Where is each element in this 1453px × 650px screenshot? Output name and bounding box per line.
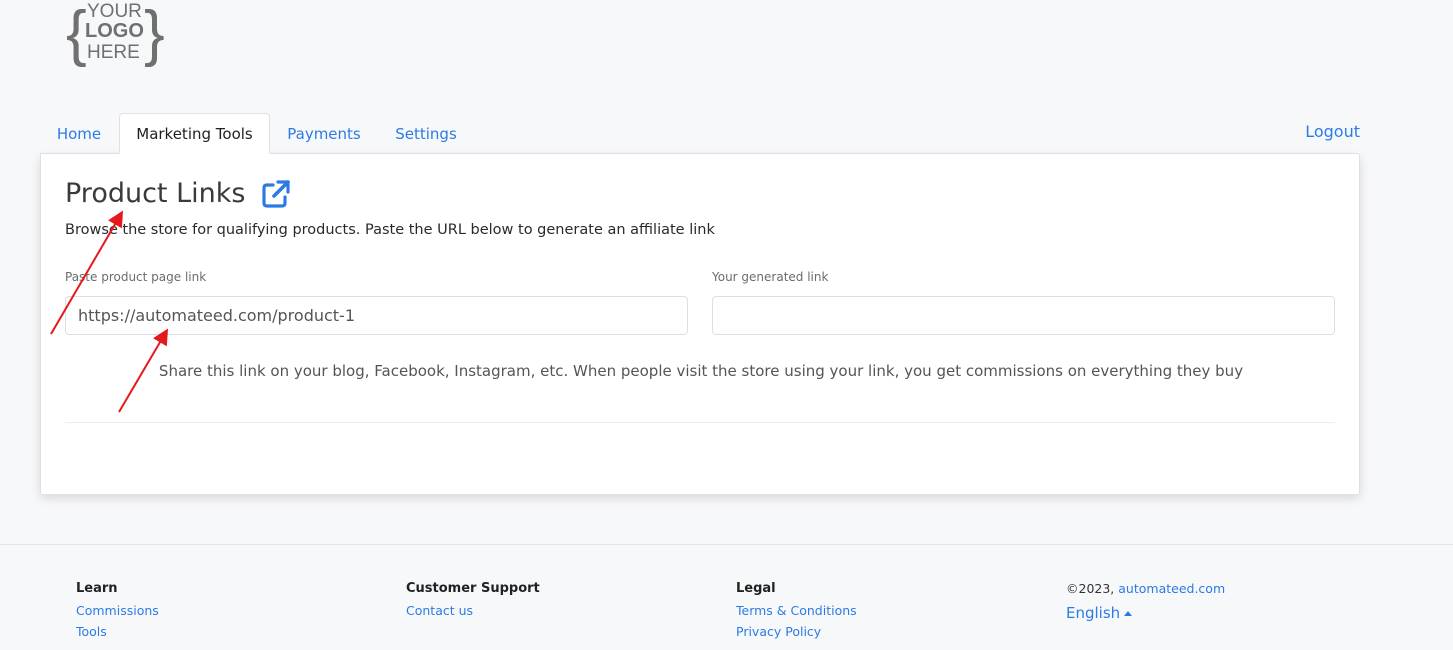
footer-link-commissions[interactable]: Commissions	[76, 603, 159, 618]
svg-text:}: }	[144, 0, 165, 68]
footer-legal: Legal Terms & Conditions Privacy Policy	[736, 581, 857, 645]
share-help-text: Share this link on your blog, Facebook, …	[158, 362, 1244, 380]
tab-marketing-tools[interactable]: Marketing Tools	[119, 113, 270, 154]
footer-link-tools[interactable]: Tools	[76, 624, 159, 639]
footer-learn: Learn Commissions Tools	[76, 581, 159, 645]
caret-up-icon	[1124, 610, 1133, 616]
copyright-text: ©2023,	[1066, 581, 1119, 596]
tab-settings[interactable]: Settings	[383, 113, 469, 154]
footer-link-terms[interactable]: Terms & Conditions	[736, 603, 857, 618]
divider	[65, 422, 1335, 423]
logo: { } YOUR LOGO HERE	[62, 0, 172, 70]
footer-link-privacy[interactable]: Privacy Policy	[736, 624, 857, 639]
page-title: Product Links	[65, 178, 246, 209]
logo-line-1: YOUR	[87, 1, 142, 22]
footer-heading-learn: Learn	[76, 581, 118, 596]
product-link-label: Paste product page link	[65, 270, 207, 284]
footer-link-contact[interactable]: Contact us	[406, 603, 540, 618]
page-title-row: Product Links	[65, 178, 291, 209]
logo-line-3: HERE	[87, 42, 140, 63]
generated-link-label: Your generated link	[712, 270, 829, 284]
page-description: Browse the store for qualifying products…	[65, 222, 715, 238]
tab-payments[interactable]: Payments	[276, 113, 372, 154]
copyright-site-link[interactable]: automateed.com	[1118, 581, 1225, 596]
language-label: English	[1066, 604, 1121, 622]
product-link-input[interactable]	[65, 296, 688, 335]
footer: Learn Commissions Tools Customer Support…	[0, 544, 1453, 650]
product-links-card: Product Links Browse the store for quali…	[40, 153, 1360, 495]
copyright: ©2023, automateed.com	[1066, 581, 1225, 596]
logo-line-2: LOGO	[85, 20, 144, 42]
footer-heading-support: Customer Support	[406, 581, 540, 596]
tab-home[interactable]: Home	[44, 113, 114, 154]
footer-meta: ©2023, automateed.com English	[1066, 581, 1225, 622]
generated-link-input[interactable]	[712, 296, 1335, 335]
main-nav: Home Marketing Tools Payments Settings L…	[40, 113, 1360, 154]
footer-heading-legal: Legal	[736, 581, 776, 596]
logout-link[interactable]: Logout	[1305, 122, 1360, 141]
footer-support: Customer Support Contact us	[406, 581, 540, 624]
svg-text:{: {	[66, 0, 87, 68]
external-link-icon[interactable]	[261, 179, 291, 209]
language-selector[interactable]: English	[1066, 604, 1133, 622]
